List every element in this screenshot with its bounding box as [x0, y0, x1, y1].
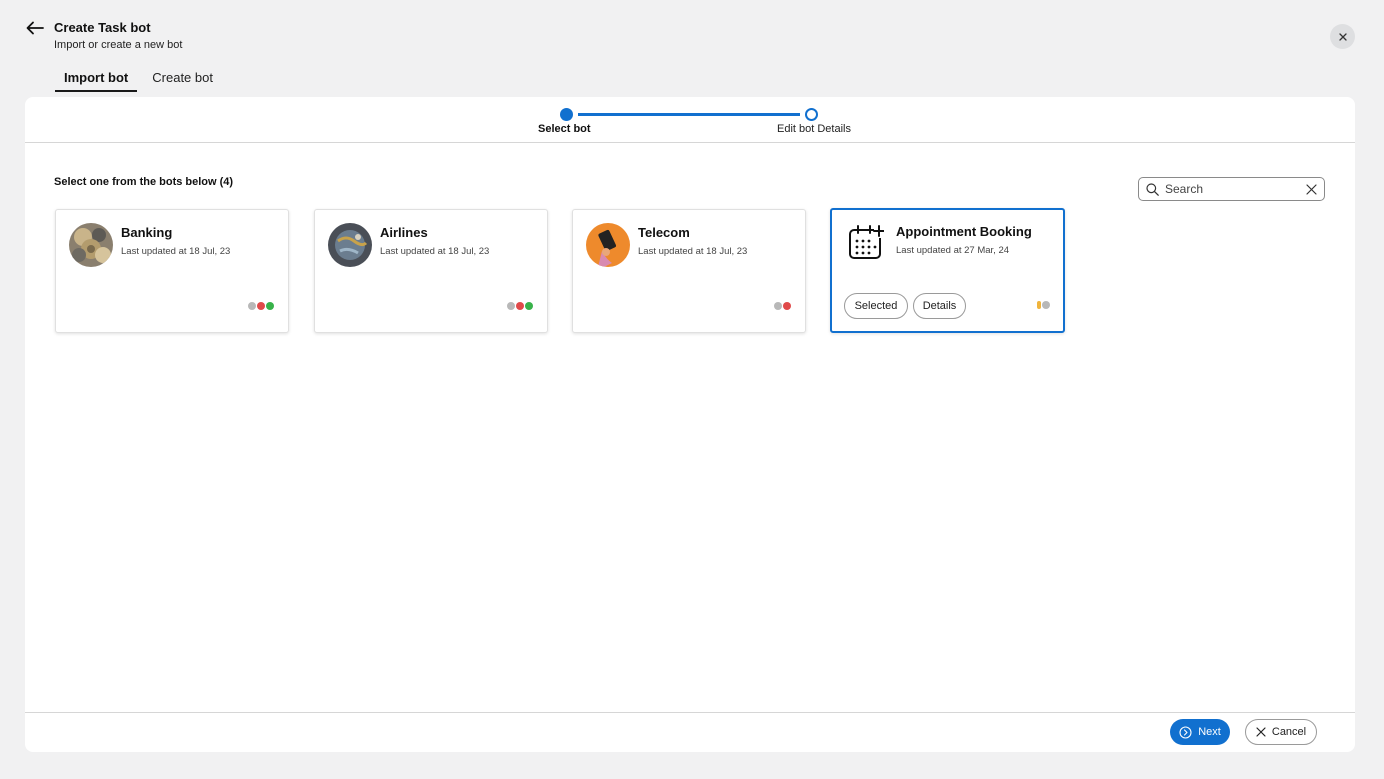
cancel-button-label: Cancel [1271, 726, 1307, 738]
bot-list-heading: Select one from the bots below (4) [54, 176, 234, 188]
page-title: Create Task bot [54, 20, 151, 35]
bot-last-updated: Last updated at 27 Mar, 24 [896, 245, 1010, 256]
back-button[interactable] [24, 19, 46, 37]
channel-icons [1037, 301, 1050, 309]
step-label-edit-details: Edit bot Details [777, 123, 851, 135]
bot-last-updated: Last updated at 18 Jul, 23 [121, 246, 231, 257]
bot-name: Telecom [638, 225, 690, 240]
bot-name: Appointment Booking [896, 224, 1032, 239]
step-indicator-upcoming [805, 108, 818, 121]
page-subtitle: Import or create a new bot [54, 39, 183, 51]
calendar-add-icon [848, 224, 885, 267]
close-icon [1306, 183, 1317, 195]
bot-avatar-airlines [328, 223, 372, 267]
close-button[interactable] [1330, 24, 1355, 49]
channel-icons [507, 302, 533, 310]
bot-last-updated: Last updated at 18 Jul, 23 [638, 246, 748, 257]
tab-bar: Import bot Create bot [55, 62, 228, 92]
bot-name: Banking [121, 225, 173, 240]
bot-card-telecom[interactable]: Telecom Last updated at 18 Jul, 23 [572, 209, 806, 333]
chat-channel-icon [1042, 301, 1050, 309]
page-header: Create Task bot Import or create a new b… [0, 0, 1384, 96]
chat-channel-icon [507, 302, 515, 310]
tab-import-bot[interactable]: Import bot [55, 62, 138, 92]
phone-channel-icon [525, 302, 533, 310]
next-button[interactable]: Next [1170, 719, 1230, 745]
chat-channel-icon [774, 302, 782, 310]
search-clear-button[interactable] [1306, 183, 1317, 195]
channel-icons [774, 302, 791, 310]
channel-icons [248, 302, 274, 310]
step-label-select-bot: Select bot [538, 123, 591, 135]
close-icon [1338, 32, 1347, 41]
chat-channel-icon [248, 302, 256, 310]
bot-name: Airlines [380, 225, 428, 240]
arrow-right-circle-icon [1179, 725, 1192, 739]
cancel-button[interactable]: Cancel [1245, 719, 1317, 745]
search-field [1138, 177, 1325, 201]
bot-avatar-banking [69, 223, 113, 267]
phone-channel-icon [266, 302, 274, 310]
message-channel-icon [516, 302, 524, 310]
close-icon [1256, 727, 1266, 737]
details-button[interactable]: Details [913, 293, 966, 319]
message-channel-icon [783, 302, 791, 310]
selected-button[interactable]: Selected [844, 293, 908, 319]
tab-create-bot[interactable]: Create bot [143, 62, 222, 92]
bot-last-updated: Last updated at 18 Jul, 23 [380, 246, 490, 257]
message-channel-icon [257, 302, 265, 310]
bot-card-banking[interactable]: Banking Last updated at 18 Jul, 23 [55, 209, 289, 333]
search-input[interactable] [1165, 182, 1299, 196]
stepper: Select bot Edit bot Details [25, 97, 1355, 143]
main-panel: Select bot Edit bot Details Select one f… [25, 97, 1355, 752]
step-indicator-current [560, 108, 573, 121]
arrow-left-icon [26, 21, 44, 35]
stepper-progress-line [578, 113, 800, 116]
bot-card-appointment-booking[interactable]: Appointment Booking Last updated at 27 M… [830, 208, 1065, 333]
bot-card-airlines[interactable]: Airlines Last updated at 18 Jul, 23 [314, 209, 548, 333]
search-icon [1146, 182, 1159, 196]
bot-avatar-telecom [586, 223, 630, 267]
footer-bar: Next Cancel [25, 712, 1355, 752]
alert-channel-icon [1037, 301, 1041, 309]
next-button-label: Next [1198, 726, 1221, 738]
